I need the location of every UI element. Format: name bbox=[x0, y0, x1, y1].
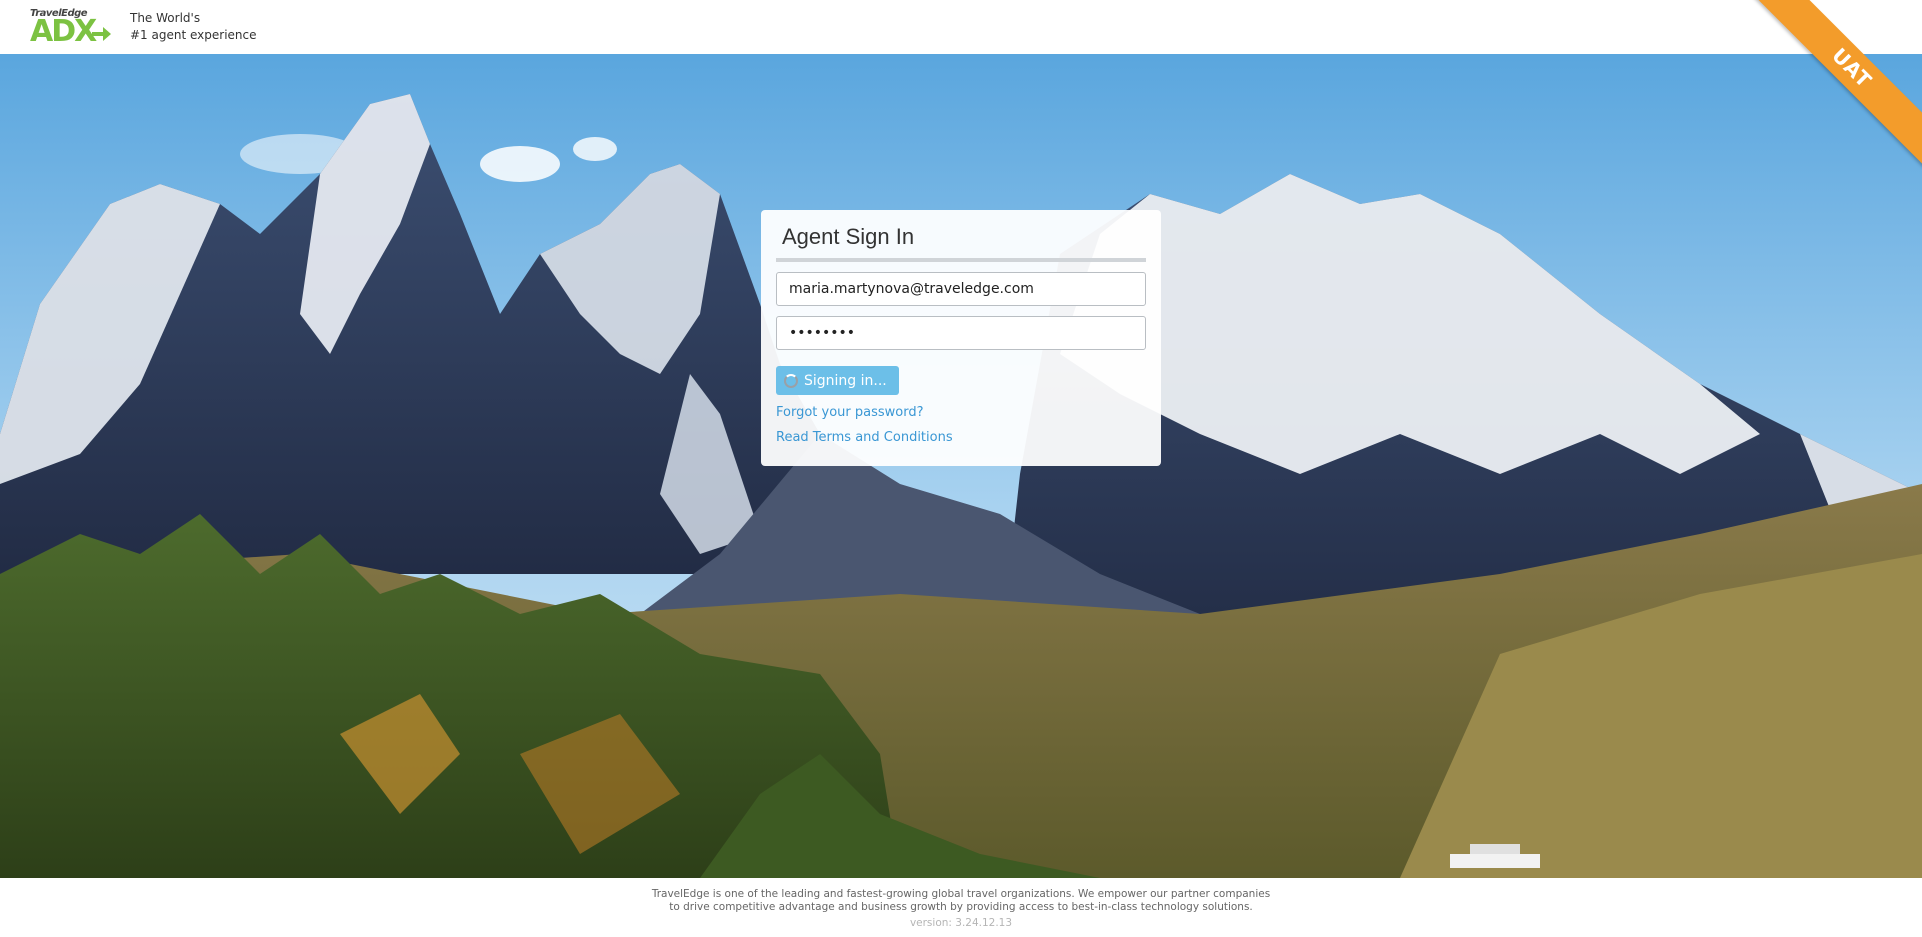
arrow-right-icon bbox=[92, 27, 111, 41]
footer-description: TravelEdge is one of the leading and fas… bbox=[0, 888, 1922, 914]
email-input[interactable] bbox=[776, 272, 1146, 306]
forgot-password-link[interactable]: Forgot your password? bbox=[776, 405, 1146, 420]
password-input[interactable] bbox=[776, 316, 1146, 350]
logo-main-text: ADX bbox=[30, 14, 97, 49]
loading-spinner-icon bbox=[784, 373, 798, 388]
footer-line-2: to drive competitive advantage and busin… bbox=[669, 901, 1253, 913]
sign-in-button-label: Signing in... bbox=[804, 372, 887, 389]
sign-in-button[interactable]: Signing in... bbox=[776, 366, 899, 395]
tagline-line-1: The World's bbox=[130, 11, 201, 25]
traveledge-adx-logo[interactable]: TravelEdge ADX bbox=[30, 8, 112, 49]
footer-line-1: TravelEdge is one of the leading and fas… bbox=[651, 888, 1271, 900]
uat-ribbon-label: UAT bbox=[1747, 0, 1922, 170]
signin-title: Agent Sign In bbox=[782, 224, 915, 249]
title-divider bbox=[776, 258, 1146, 262]
version-label: version: 3.24.12.13 bbox=[909, 917, 1013, 929]
tagline-line-2: #1 agent experience bbox=[130, 28, 257, 42]
environment-ribbon: UAT bbox=[1742, 0, 1922, 170]
brand-tagline: The World's #1 agent experience bbox=[130, 10, 257, 44]
terms-link[interactable]: Read Terms and Conditions bbox=[776, 430, 1146, 445]
mountain-landscape-image bbox=[0, 54, 1922, 878]
page-footer: TravelEdge is one of the leading and fas… bbox=[0, 878, 1922, 937]
top-header: TravelEdge ADX The World's #1 agent expe… bbox=[0, 0, 1922, 54]
signin-card: Agent Sign In Signing in... Forgot your … bbox=[761, 210, 1161, 466]
hero-background-image bbox=[0, 54, 1922, 878]
